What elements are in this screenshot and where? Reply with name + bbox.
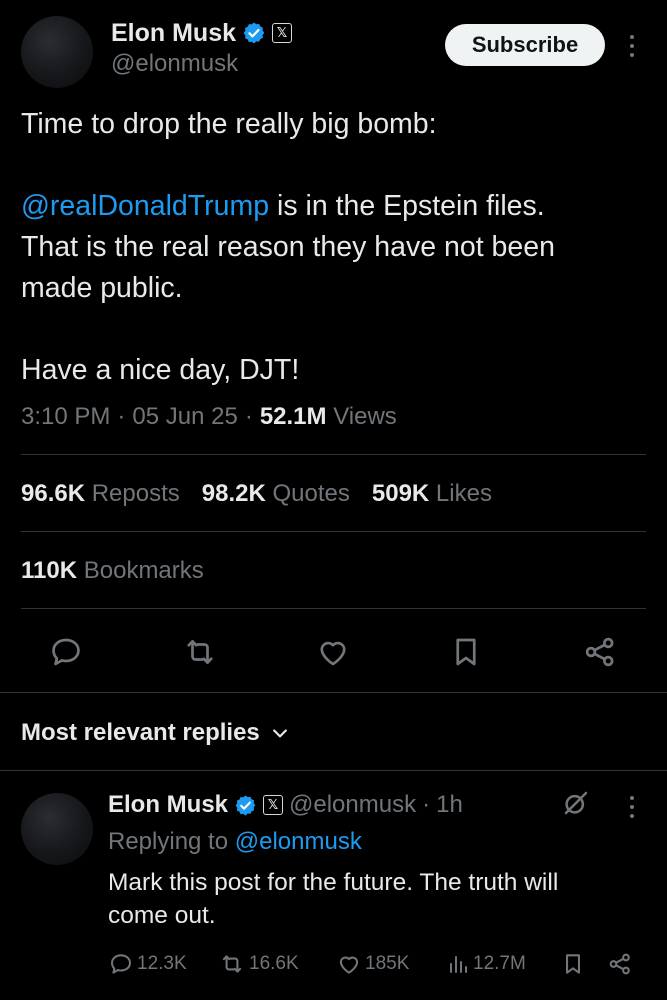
chevron-down-icon <box>270 723 290 743</box>
views-count: 52.1M <box>259 403 327 430</box>
reply-more-options-icon[interactable] <box>628 796 636 818</box>
verified-badge-icon <box>234 794 257 817</box>
post-line-2: is in the Epstein files. <box>269 190 545 222</box>
reply-reply-button[interactable]: 12.3K <box>108 951 187 977</box>
views-label: Views <box>333 403 397 430</box>
reply-views-count: 12.7M <box>473 953 526 974</box>
verified-badge-icon <box>242 21 266 45</box>
reply-author-avatar[interactable] <box>21 793 93 865</box>
replies-sort-dropdown[interactable]: Most relevant replies <box>21 719 290 747</box>
reply-like-button[interactable]: 185K <box>336 951 409 977</box>
reply-bookmark-icon[interactable] <box>560 951 586 977</box>
reply-age[interactable]: 1h <box>436 791 463 819</box>
divider <box>21 608 646 609</box>
post-date[interactable]: 05 Jun 25 <box>132 403 237 431</box>
author-handle[interactable]: @elonmusk <box>111 50 238 78</box>
subscribe-button[interactable]: Subscribe <box>445 24 605 66</box>
mention-link[interactable]: @realDonaldTrump <box>21 190 269 222</box>
views-chart-icon <box>446 951 470 977</box>
reply-repost-button[interactable]: 16.6K <box>218 951 299 977</box>
reply-author-name[interactable]: Elon Musk <box>108 791 228 819</box>
replying-to-handle[interactable]: @elonmusk <box>235 828 362 855</box>
repost-icon <box>218 951 246 977</box>
bookmarks-stat[interactable]: 110K Bookmarks <box>21 557 204 585</box>
grok-icon[interactable] <box>561 788 591 818</box>
reply-likes-count: 185K <box>365 953 410 974</box>
reply-icon <box>108 951 134 977</box>
quotes-stat[interactable]: 98.2K Quotes <box>202 480 350 508</box>
divider <box>21 454 646 455</box>
replies-sort-label: Most relevant replies <box>21 719 260 746</box>
post-line-1: Time to drop the really big bomb: <box>21 108 437 140</box>
post-line-4: made public. <box>21 272 183 304</box>
share-icon[interactable] <box>582 634 618 670</box>
bookmark-icon[interactable] <box>448 634 484 670</box>
x-affiliation-badge-icon: 𝕏 <box>272 23 293 43</box>
reply-header: Elon Musk 𝕏 @elonmusk · 1h <box>108 791 463 819</box>
reply-replies-count: 12.3K <box>137 953 187 974</box>
post-line-3: That is the real reason they have not be… <box>21 231 555 263</box>
divider <box>0 770 667 771</box>
reply-icon[interactable] <box>48 634 84 670</box>
reposts-stat[interactable]: 96.6K Reposts <box>21 480 180 508</box>
reply-reposts-count: 16.6K <box>249 953 299 974</box>
post-meta: 3:10 PM · 05 Jun 25 · 52.1M Views <box>21 403 397 431</box>
author-avatar[interactable] <box>21 16 93 88</box>
x-affiliation-badge-icon: 𝕏 <box>263 795 284 815</box>
author-name[interactable]: Elon Musk <box>111 19 236 48</box>
likes-stat[interactable]: 509K Likes <box>372 480 492 508</box>
repost-icon[interactable] <box>182 634 218 670</box>
like-icon <box>336 951 362 977</box>
like-icon[interactable] <box>315 634 351 670</box>
divider <box>21 531 646 532</box>
reply-handle[interactable]: @elonmusk <box>289 791 416 819</box>
divider <box>0 692 667 693</box>
engagement-stats: 96.6K Reposts 98.2K Quotes 509K Likes <box>21 480 492 508</box>
post-line-5: Have a nice day, DJT! <box>21 354 300 386</box>
more-options-icon[interactable] <box>628 35 636 57</box>
replying-to: Replying to @elonmusk <box>108 828 362 855</box>
reply-views-button[interactable]: 12.7M <box>446 951 526 977</box>
reply-share-icon[interactable] <box>607 951 633 977</box>
author-name-row: Elon Musk 𝕏 <box>111 18 293 48</box>
post-time[interactable]: 3:10 PM <box>21 403 110 431</box>
post-text: Time to drop the really big bomb: @realD… <box>21 104 651 391</box>
reply-text: Mark this post for the future. The truth… <box>108 869 559 929</box>
